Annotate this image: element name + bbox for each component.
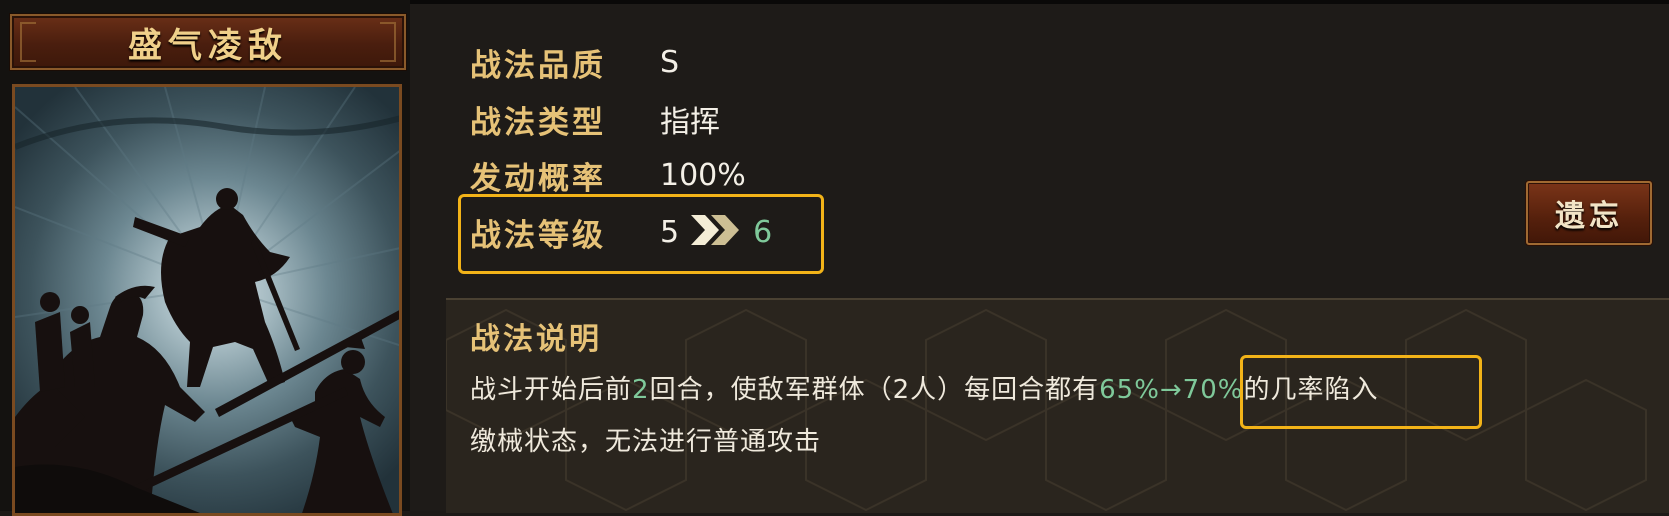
type-label: 战法类型 [470, 104, 606, 141]
rate-row: 发动概率 100% [470, 151, 746, 199]
description-title: 战法说明 [470, 322, 602, 357]
quality-value: S [660, 44, 680, 80]
description-segment: 回合，使敌军群体（2人）每回合都有 [649, 375, 1100, 405]
skill-card-art [12, 84, 402, 516]
chance-highlight-box [1240, 355, 1482, 429]
rate-label: 发动概率 [470, 160, 606, 197]
type-value: 指挥 [660, 105, 720, 140]
quality-row: 战法品质 S [470, 38, 679, 86]
chance-value: 65%→70% [1099, 375, 1244, 405]
quality-label: 战法品质 [470, 47, 606, 84]
type-row: 战法类型 指挥 [470, 95, 720, 143]
rate-value: 100% [660, 157, 746, 193]
banner-ornament-icon [20, 22, 36, 62]
skill-name-banner: 盛气凌敌 [10, 14, 406, 70]
rounds-value: 2 [632, 375, 650, 405]
skill-name: 盛气凌敌 [128, 25, 288, 66]
level-highlight-box [458, 194, 824, 274]
description-segment: 战斗开始后前 [470, 375, 633, 405]
banner-ornament-icon [380, 22, 396, 62]
skill-card-column: 盛气凌敌 [0, 0, 410, 516]
battle-silhouette-illustration [15, 87, 399, 513]
forget-button[interactable]: 遗忘 [1526, 181, 1652, 245]
